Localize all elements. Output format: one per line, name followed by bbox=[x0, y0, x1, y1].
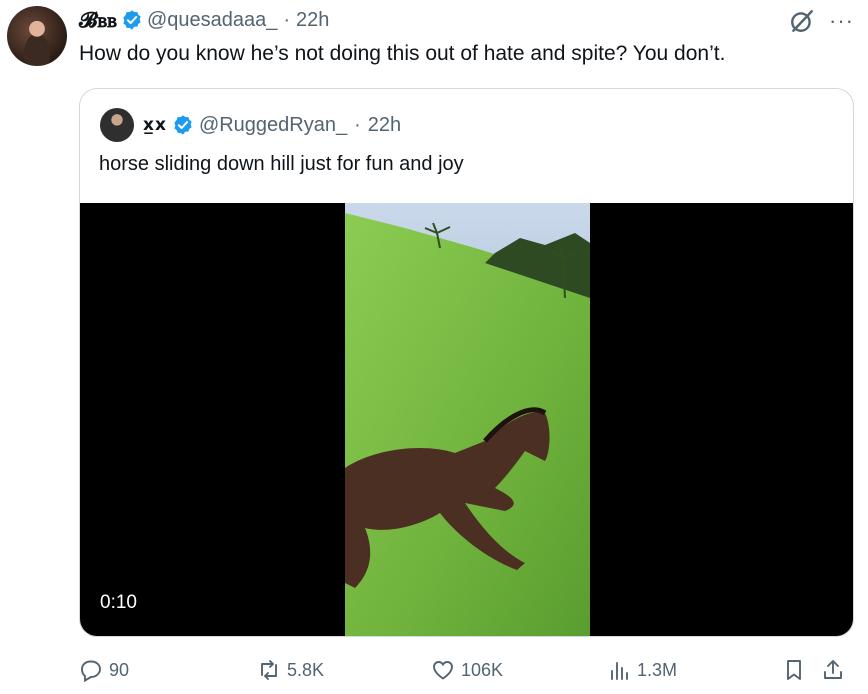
share-icon bbox=[824, 660, 842, 679]
quoted-author-handle[interactable]: @RuggedRyan_ bbox=[199, 114, 347, 137]
like-button[interactable]: 106K bbox=[431, 654, 503, 686]
reply-button[interactable]: 90 bbox=[79, 654, 129, 686]
quoted-tweet-text: horse sliding down hill just for fun and… bbox=[99, 153, 464, 175]
quoted-tweet-timestamp[interactable]: 22h bbox=[368, 114, 401, 137]
author-display-name[interactable]: 𝓑ᏼᏼ bbox=[79, 7, 117, 33]
bookmark-button[interactable] bbox=[782, 654, 806, 686]
view-count: 1.3M bbox=[637, 659, 678, 680]
author-handle[interactable]: @quesadaaa_ bbox=[147, 9, 277, 32]
quoted-author-display-name[interactable]: x̲x bbox=[143, 115, 167, 135]
video-player[interactable]: 0:10 bbox=[80, 203, 853, 636]
quoted-verified-badge-icon bbox=[174, 115, 192, 135]
video-duration: 0:10 bbox=[100, 592, 137, 613]
views-button[interactable]: 1.3M bbox=[607, 654, 677, 686]
author-avatar[interactable] bbox=[7, 6, 67, 66]
quoted-author-avatar[interactable] bbox=[100, 108, 134, 142]
repost-button[interactable]: 5.8K bbox=[257, 654, 324, 686]
quoted-tweet-header: x̲x @RuggedRyan_ · 22h bbox=[100, 107, 401, 143]
reply-icon bbox=[81, 660, 101, 682]
tweet-action-bar: 90 5.8K 106K 1.3M bbox=[79, 654, 854, 686]
more-options-icon[interactable]: ··· bbox=[829, 10, 854, 32]
heart-icon bbox=[433, 661, 453, 680]
repost-icon bbox=[261, 660, 277, 680]
like-count: 106K bbox=[461, 659, 504, 680]
grok-icon[interactable] bbox=[789, 8, 815, 34]
verified-badge-icon bbox=[123, 10, 141, 30]
tweet-timestamp[interactable]: 22h bbox=[296, 9, 329, 32]
bookmark-icon bbox=[787, 660, 801, 680]
repost-count: 5.8K bbox=[287, 659, 325, 680]
quoted-tweet-card[interactable]: x̲x @RuggedRyan_ · 22h horse sliding dow… bbox=[79, 88, 854, 637]
tweet-top-actions: ··· bbox=[789, 8, 854, 34]
share-button[interactable] bbox=[821, 654, 845, 686]
header-separator: · bbox=[283, 8, 291, 31]
video-thumbnail bbox=[345, 203, 590, 636]
tweet-header: 𝓑ᏼᏼ @quesadaaa_ · 22h bbox=[79, 7, 329, 33]
quoted-header-separator: · bbox=[354, 113, 361, 136]
views-icon bbox=[611, 662, 628, 680]
tweet-text: How do you know he’s not doing this out … bbox=[79, 42, 726, 65]
reply-count: 90 bbox=[109, 659, 130, 680]
